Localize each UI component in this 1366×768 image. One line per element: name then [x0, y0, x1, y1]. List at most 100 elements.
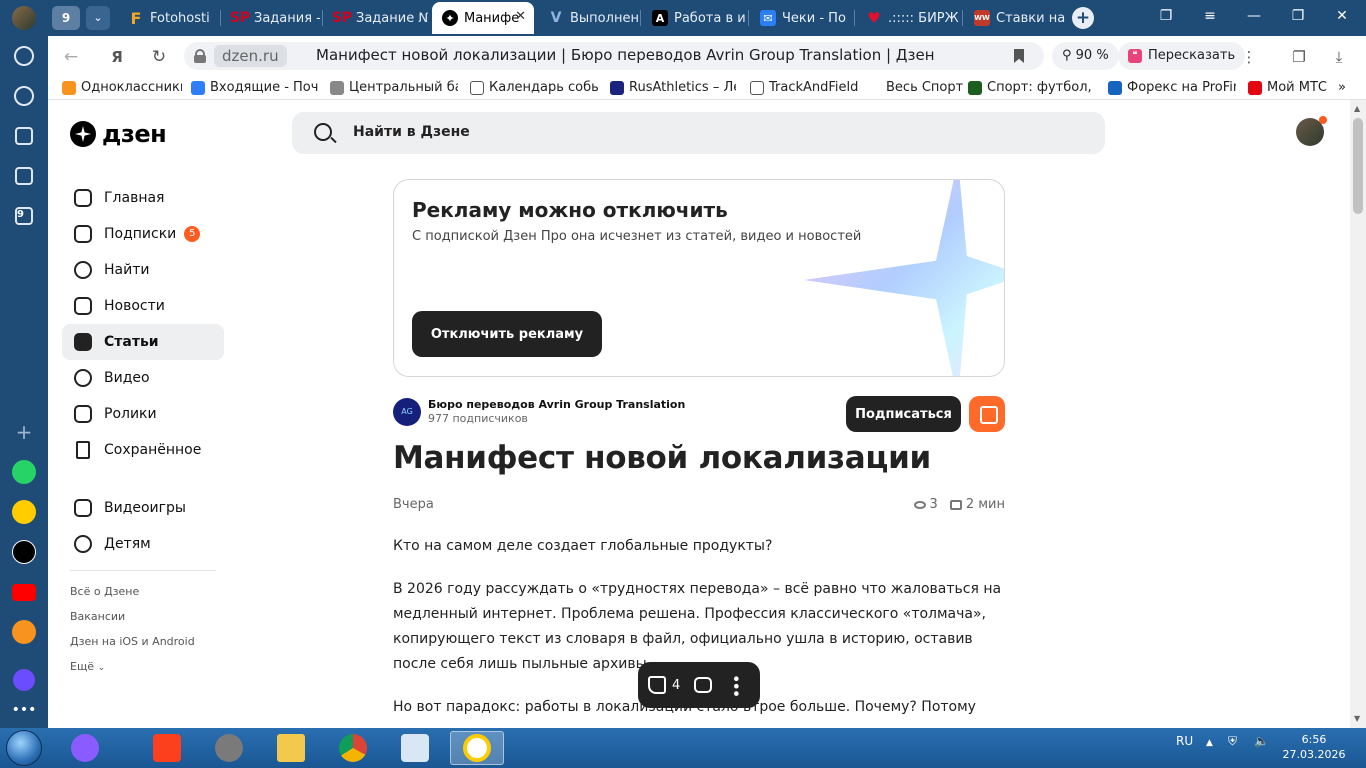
footer-link-apps[interactable]: Дзен на iOS и Android	[62, 629, 224, 654]
like-button[interactable]: 4	[648, 676, 680, 694]
yandex-market-icon[interactable]	[12, 500, 36, 524]
scroll-down-icon[interactable]: ▼	[1354, 714, 1360, 723]
dzen-logo[interactable]: дзен	[70, 120, 167, 148]
sidebar-item-subscriptions[interactable]: Подписки 5	[62, 216, 224, 252]
zoom-indicator[interactable]: ⚲ 90 %	[1052, 42, 1119, 70]
page-icon	[750, 80, 764, 95]
new-tab-button[interactable]: +	[1072, 7, 1094, 29]
bookmarks-panel-icon[interactable]: ❐	[1156, 8, 1176, 24]
comment-icon[interactable]	[694, 677, 713, 693]
close-window-icon[interactable]: ✕	[1332, 8, 1352, 24]
history-icon[interactable]	[12, 44, 36, 68]
tab-zadaniya[interactable]: SP Задания -	[222, 2, 320, 34]
more-options-icon[interactable]: •••	[726, 674, 745, 696]
url-bar[interactable]: dzen.ru Манифест новой локализации | Бюр…	[184, 42, 1044, 70]
tab-zadanie[interactable]: SP Задание №	[324, 2, 428, 34]
mail-icon[interactable]	[12, 620, 36, 644]
taskbar-paint[interactable]	[388, 731, 442, 765]
taskbar-settings[interactable]	[202, 731, 256, 765]
footer-link-jobs[interactable]: Вакансии	[62, 604, 224, 629]
downloads-icon[interactable]: ⤓	[1328, 46, 1350, 68]
sidebar-item-saved[interactable]: Сохранённое	[62, 432, 224, 468]
clock[interactable]: 6:56 27.03.2026	[1282, 732, 1346, 762]
user-avatar[interactable]	[1296, 116, 1327, 146]
footer-link-more[interactable]: Ещё ⌄	[62, 654, 224, 679]
sidebar-item-search[interactable]: Найти	[62, 252, 224, 288]
bookmark-forex[interactable]: Форекс на ProFina	[1108, 80, 1236, 95]
more-options-icon[interactable]: ⋮	[1238, 46, 1260, 68]
tab-rabota[interactable]: A Работа в и	[642, 2, 746, 34]
lock-icon[interactable]	[194, 49, 206, 63]
extensions-icon[interactable]: ❐	[1288, 46, 1310, 68]
restore-icon[interactable]: ❐	[1288, 8, 1308, 24]
page-scrollbar[interactable]: ▲ ▼	[1350, 100, 1366, 728]
dzen-icon[interactable]	[12, 540, 36, 564]
footer-link-about[interactable]: Всё о Дзене	[62, 579, 224, 604]
antivirus-icon[interactable]: ⛨	[1228, 734, 1237, 749]
back-button[interactable]: ←	[60, 46, 82, 68]
tab-fotohosting[interactable]: F Fotohosti	[118, 2, 218, 34]
screenshot-icon[interactable]	[12, 164, 36, 188]
start-button[interactable]	[6, 730, 42, 766]
donate-button[interactable]	[969, 396, 1005, 432]
play-icon[interactable]	[12, 84, 36, 108]
bookmarks-more-button[interactable]: »	[1338, 80, 1346, 95]
sidebar-item-video[interactable]: Видео	[62, 360, 224, 396]
minimize-icon[interactable]: —	[1244, 8, 1264, 24]
search-input[interactable]: Найти в Дзене	[292, 112, 1105, 154]
tab-close-icon[interactable]: ✕	[515, 9, 526, 24]
taskbar-yandex[interactable]	[140, 731, 194, 765]
tab-favicon-icon: V	[550, 10, 562, 26]
bookmark-page-icon[interactable]	[1014, 49, 1024, 63]
add-panel-icon[interactable]: +	[12, 420, 36, 444]
bookmark-trackandfield[interactable]: TrackAndField	[750, 80, 860, 95]
language-indicator[interactable]: RU	[1176, 734, 1193, 748]
bookmark-rusathletics[interactable]: RusAthletics – Лег	[610, 80, 736, 95]
tab-group-counter[interactable]: 9	[52, 6, 80, 30]
taskbar-alice[interactable]	[58, 731, 112, 765]
ad-banner: Рекламу можно отключить С подпиской Дзен…	[393, 179, 1005, 377]
tab-stavki[interactable]: WW Ставки на	[964, 2, 1068, 34]
profile-avatar[interactable]	[12, 6, 36, 30]
taskbar-yandex-browser[interactable]	[450, 731, 504, 765]
bookmark-central-bank[interactable]: Центральный бан	[330, 80, 458, 95]
tab-cheki[interactable]: ✉ Чеки - По	[750, 2, 852, 34]
tab-birzha[interactable]: ♥ .::::: БИРЖ	[856, 2, 960, 34]
volume-icon[interactable]: 🔈	[1254, 734, 1269, 748]
alice-icon[interactable]	[12, 668, 36, 692]
tab-manifest-active[interactable]: ✦ Манифе ✕	[432, 2, 534, 34]
tab-group-icon[interactable]: 9	[12, 204, 36, 228]
more-icon[interactable]: •••	[12, 698, 37, 722]
bookmark-odnoklassniki[interactable]: Одноклассники	[62, 80, 182, 95]
sidebar-item-kids[interactable]: Детям	[62, 526, 224, 562]
sidebar-item-home[interactable]: Главная	[62, 180, 224, 216]
sidebar-item-videogames[interactable]: Видеоигры	[62, 490, 224, 526]
bookmark-sport-football[interactable]: Спорт: футбол, хо	[968, 80, 1094, 95]
sidebar-item-news[interactable]: Новости	[62, 288, 224, 324]
sidebar-item-articles[interactable]: Статьи	[62, 324, 224, 360]
scroll-up-icon[interactable]: ▲	[1354, 104, 1360, 113]
whatsapp-icon[interactable]	[12, 460, 36, 484]
bookmark-inbox[interactable]: Входящие - Почта	[191, 80, 318, 95]
taskbar-explorer[interactable]	[264, 731, 318, 765]
bookmark-mts[interactable]: Мой МТС	[1248, 80, 1328, 95]
yandex-home-button[interactable]: Я	[106, 46, 128, 68]
sidebar-item-shorts[interactable]: Ролики	[62, 396, 224, 432]
menu-icon[interactable]: ≡	[1200, 8, 1220, 24]
taskbar-chrome[interactable]	[326, 731, 380, 765]
bookmark-calendar[interactable]: Календарь событ	[470, 80, 598, 95]
author-name[interactable]: Бюро переводов Avrin Group Translation	[428, 398, 685, 411]
author-avatar[interactable]: AG	[393, 398, 421, 426]
disable-ads-button[interactable]: Отключить рекламу	[412, 311, 602, 357]
article-paragraph: Кто на самом деле создает глобальные про…	[393, 538, 773, 554]
tab-list-chevron-icon[interactable]: ⌄	[86, 6, 110, 30]
reload-button[interactable]: ↻	[148, 46, 170, 68]
collections-icon[interactable]	[12, 124, 36, 148]
youtube-icon[interactable]	[12, 580, 36, 604]
scrollbar-thumb[interactable]	[1353, 118, 1363, 214]
subscribe-button[interactable]: Подписаться	[846, 396, 961, 432]
retell-button[interactable]: ❝ Пересказать	[1118, 42, 1246, 70]
tab-vypolnen[interactable]: V Выполнен	[538, 2, 638, 34]
bookmark-ves-sport[interactable]: Весь Спорт	[886, 80, 966, 95]
tray-expand-icon[interactable]: ▲	[1206, 738, 1213, 748]
